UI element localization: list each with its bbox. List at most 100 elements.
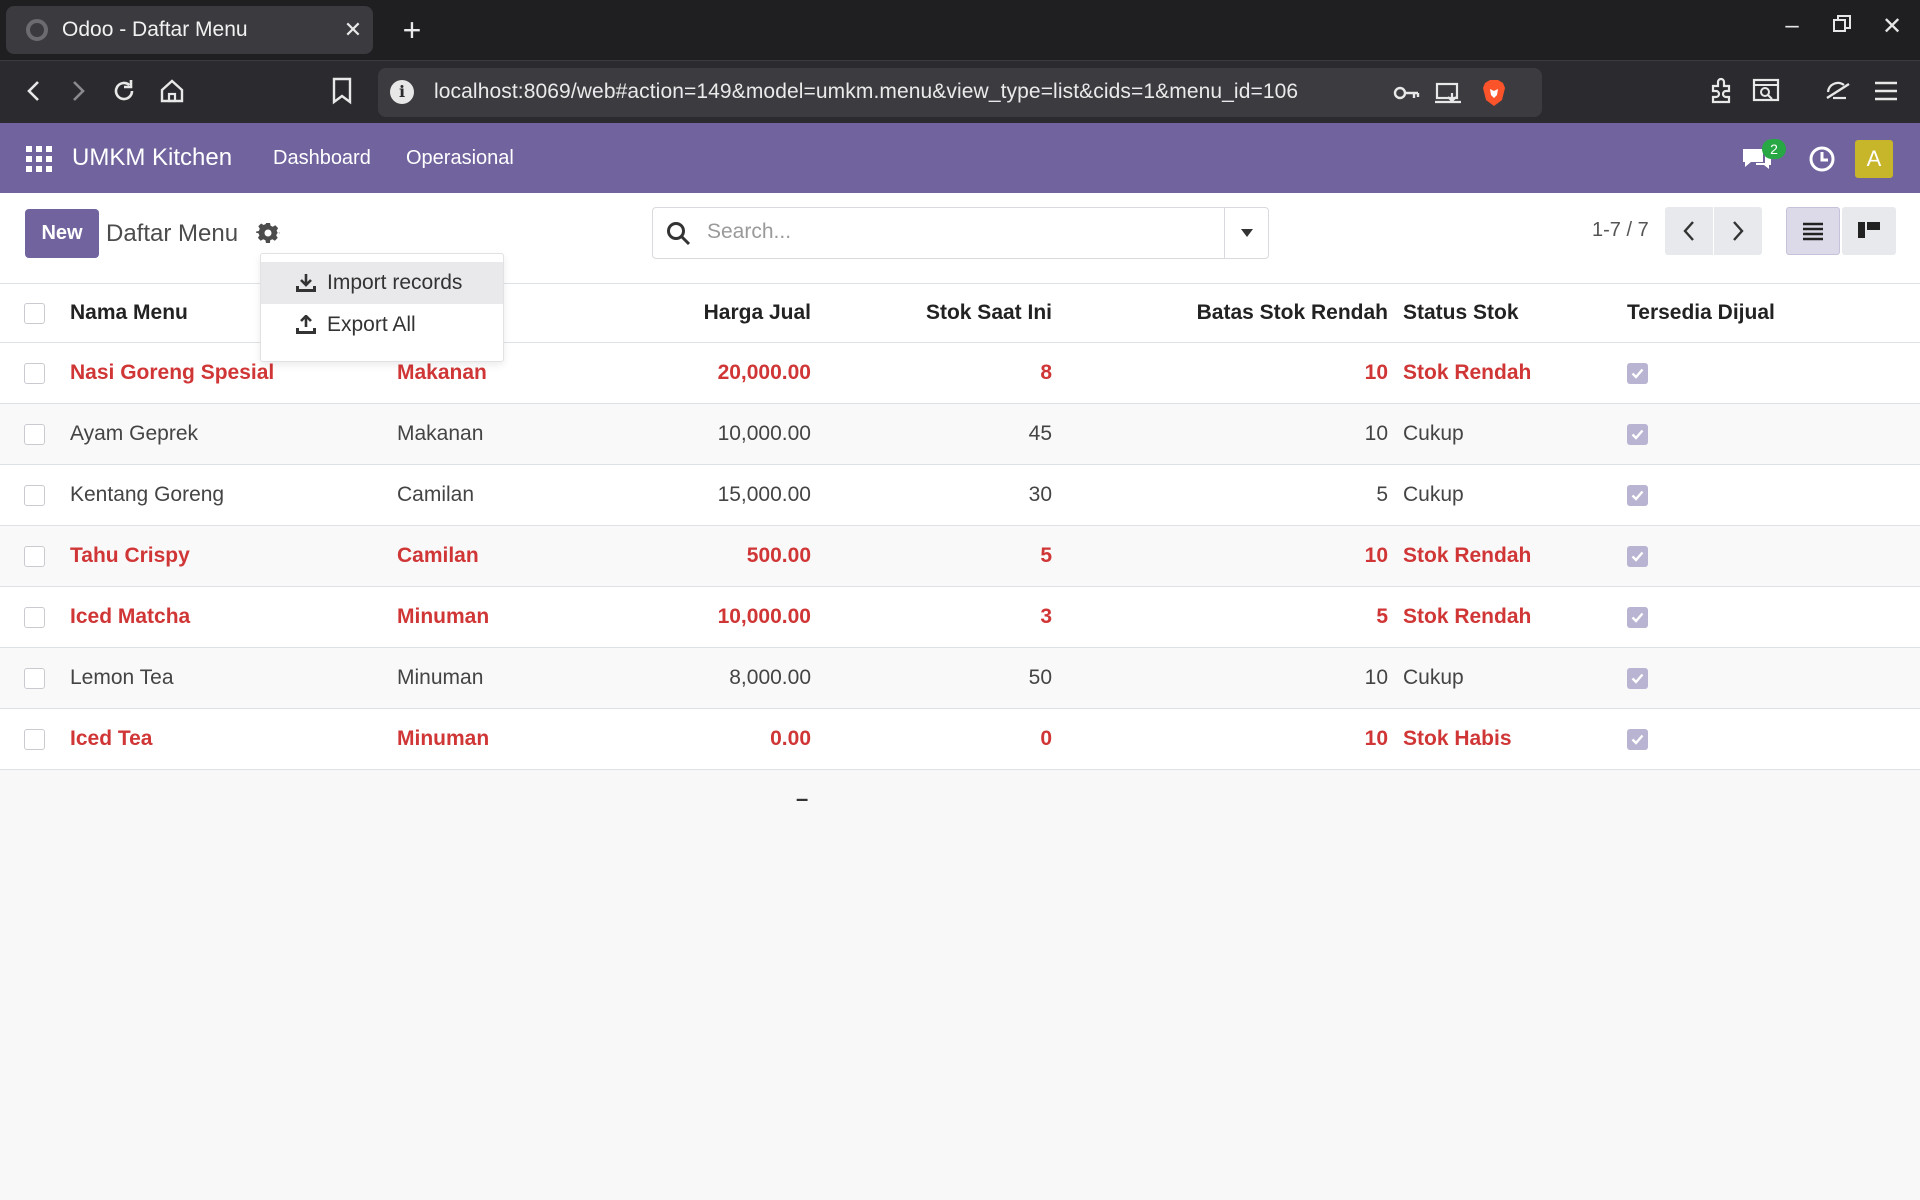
cell-stok-saat-ini[interactable]: 50 [830, 648, 1052, 708]
extensions-icon[interactable] [1702, 71, 1742, 111]
cell-harga-jual[interactable]: 500.00 [600, 526, 811, 586]
cell-harga-jual[interactable]: 8,000.00 [600, 648, 811, 708]
export-all-item[interactable]: Export All [261, 304, 503, 346]
row-checkbox[interactable] [24, 484, 45, 506]
cell-status-stok[interactable]: Stok Rendah [1403, 587, 1603, 647]
cell-batas-stok-rendah[interactable]: 10 [1070, 343, 1388, 403]
row-checkbox[interactable] [24, 362, 45, 384]
leo-ai-icon[interactable] [1746, 71, 1786, 111]
tab-close-icon[interactable]: ✕ [333, 17, 373, 43]
menu-operasional[interactable]: Operasional [406, 147, 514, 170]
cell-kategori[interactable]: Minuman [397, 648, 597, 708]
import-records-item[interactable]: Import records [261, 262, 503, 304]
column-header-tersedia-dijual[interactable]: Tersedia Dijual [1627, 284, 1877, 342]
cell-harga-jual[interactable]: 10,000.00 [600, 404, 811, 464]
back-icon[interactable] [14, 71, 54, 111]
browser-tab[interactable]: Odoo - Daftar Menu ✕ [6, 6, 373, 54]
gear-icon[interactable] [256, 221, 280, 245]
row-checkbox[interactable] [24, 423, 45, 445]
cell-harga-jual[interactable]: 10,000.00 [600, 587, 811, 647]
available-checkbox[interactable] [1627, 545, 1648, 567]
cell-status-stok[interactable]: Stok Rendah [1403, 526, 1603, 586]
pager-next-button[interactable] [1714, 207, 1762, 255]
cell-nama-menu[interactable]: Lemon Tea [70, 648, 370, 708]
new-button[interactable]: New [25, 209, 99, 258]
apps-menu-icon[interactable] [26, 146, 52, 172]
pager-value[interactable]: 1-7 / 7 [1592, 219, 1649, 242]
row-checkbox[interactable] [24, 667, 45, 689]
available-checkbox[interactable] [1627, 362, 1648, 384]
restore-icon[interactable] [1822, 12, 1862, 40]
cell-harga-jual[interactable]: 0.00 [600, 709, 811, 769]
app-brand[interactable]: UMKM Kitchen [72, 144, 232, 172]
cell-status-stok[interactable]: Cukup [1403, 465, 1603, 525]
menu-dashboard[interactable]: Dashboard [273, 147, 371, 170]
cell-status-stok[interactable]: Cukup [1403, 648, 1603, 708]
new-tab-icon[interactable]: + [392, 10, 432, 50]
column-header-harga-jual[interactable]: Harga Jual [600, 284, 811, 342]
site-info-icon[interactable]: i [390, 80, 414, 104]
column-header-stok-saat-ini[interactable]: Stok Saat Ini [830, 284, 1052, 342]
search-options-toggle[interactable] [1224, 208, 1268, 258]
cell-kategori[interactable]: Minuman [397, 709, 597, 769]
row-checkbox[interactable] [24, 728, 45, 750]
cell-kategori[interactable]: Minuman [397, 587, 597, 647]
cell-batas-stok-rendah[interactable]: 10 [1070, 404, 1388, 464]
cell-nama-menu[interactable]: Ayam Geprek [70, 404, 370, 464]
table-row[interactable]: Ayam Geprek Makanan 10,000.00 45 10 Cukup [0, 404, 1920, 465]
list-view-button[interactable] [1786, 207, 1840, 255]
install-app-icon[interactable] [1432, 78, 1464, 108]
cell-harga-jual[interactable]: 15,000.00 [600, 465, 811, 525]
brave-shield-icon[interactable] [1478, 78, 1510, 108]
table-row[interactable]: Tahu Crispy Camilan 500.00 5 10 Stok Rendah [0, 526, 1920, 587]
cell-harga-jual[interactable]: 20,000.00 [600, 343, 811, 403]
cell-stok-saat-ini[interactable]: 45 [830, 404, 1052, 464]
cell-stok-saat-ini[interactable]: 3 [830, 587, 1052, 647]
cell-batas-stok-rendah[interactable]: 10 [1070, 648, 1388, 708]
cell-kategori[interactable]: Camilan [397, 526, 597, 586]
available-checkbox[interactable] [1627, 423, 1648, 445]
cell-stok-saat-ini[interactable]: 5 [830, 526, 1052, 586]
column-header-batas-stok-rendah[interactable]: Batas Stok Rendah [1070, 284, 1388, 342]
search-input[interactable] [707, 220, 1167, 244]
cell-batas-stok-rendah[interactable]: 10 [1070, 526, 1388, 586]
url-text[interactable]: localhost:8069/web#action=149&model=umkm… [434, 80, 1298, 104]
cell-kategori[interactable]: Makanan [397, 404, 597, 464]
available-checkbox[interactable] [1627, 728, 1648, 750]
table-row[interactable]: Iced Tea Minuman 0.00 0 10 Stok Habis [0, 709, 1920, 770]
cell-batas-stok-rendah[interactable]: 5 [1070, 587, 1388, 647]
vpn-icon[interactable] [1818, 71, 1858, 111]
available-checkbox[interactable] [1627, 484, 1648, 506]
column-header-status-stok[interactable]: Status Stok [1403, 284, 1603, 342]
cell-stok-saat-ini[interactable]: 0 [830, 709, 1052, 769]
available-checkbox[interactable] [1627, 667, 1648, 689]
table-row[interactable]: Kentang Goreng Camilan 15,000.00 30 5 Cukup [0, 465, 1920, 526]
kanban-view-button[interactable] [1842, 207, 1896, 255]
cell-nama-menu[interactable]: Iced Matcha [70, 587, 370, 647]
cell-kategori[interactable]: Camilan [397, 465, 597, 525]
row-checkbox[interactable] [24, 606, 45, 628]
cell-status-stok[interactable]: Stok Habis [1403, 709, 1603, 769]
cell-stok-saat-ini[interactable]: 8 [830, 343, 1052, 403]
select-all-checkbox[interactable] [24, 302, 45, 324]
cell-batas-stok-rendah[interactable]: 5 [1070, 465, 1388, 525]
bookmark-icon[interactable] [322, 71, 362, 111]
home-icon[interactable] [152, 71, 192, 111]
key-icon[interactable] [1390, 78, 1422, 108]
user-avatar[interactable]: A [1855, 140, 1893, 178]
forward-icon[interactable] [58, 71, 98, 111]
cell-nama-menu[interactable]: Kentang Goreng [70, 465, 370, 525]
address-bar[interactable]: i localhost:8069/web#action=149&model=um… [378, 68, 1542, 117]
minimize-icon[interactable]: – [1772, 12, 1812, 40]
close-window-icon[interactable]: ✕ [1872, 12, 1912, 41]
activity-clock-icon[interactable] [1808, 145, 1836, 173]
table-row[interactable]: Iced Matcha Minuman 10,000.00 3 5 Stok Rendah [0, 587, 1920, 648]
row-checkbox[interactable] [24, 545, 45, 567]
available-checkbox[interactable] [1627, 606, 1648, 628]
reload-icon[interactable] [104, 71, 144, 111]
cell-stok-saat-ini[interactable]: 30 [830, 465, 1052, 525]
cell-nama-menu[interactable]: Iced Tea [70, 709, 370, 769]
pager-previous-button[interactable] [1665, 207, 1713, 255]
table-row[interactable]: Lemon Tea Minuman 8,000.00 50 10 Cukup [0, 648, 1920, 709]
cell-batas-stok-rendah[interactable]: 10 [1070, 709, 1388, 769]
